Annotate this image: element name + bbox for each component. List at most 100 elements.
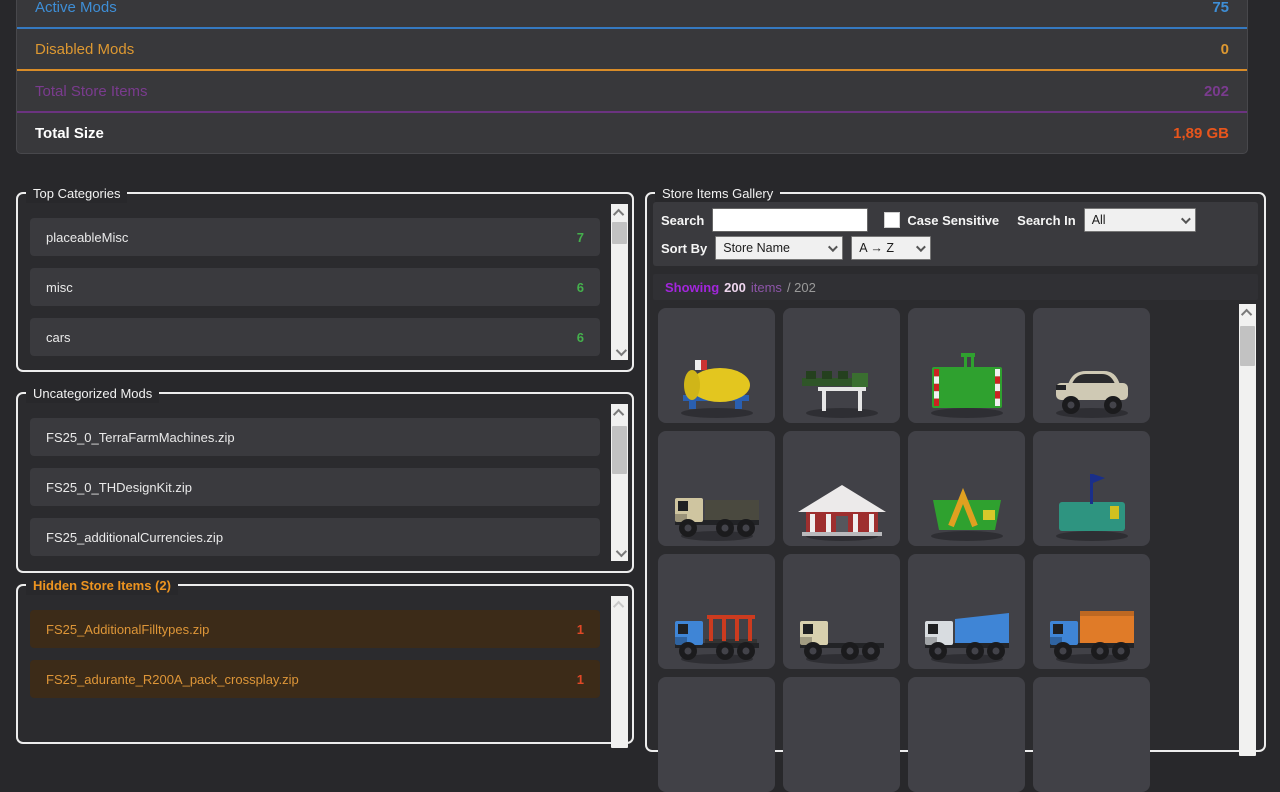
search-input[interactable] bbox=[712, 208, 868, 232]
sort-order-dropdown[interactable]: A → Z bbox=[851, 236, 931, 260]
store-items-gallery-title: Store Items Gallery bbox=[655, 184, 780, 203]
gallery-item-beige-truck[interactable] bbox=[783, 554, 900, 669]
scroll-up-icon[interactable] bbox=[611, 596, 628, 613]
scrollbar-thumb[interactable] bbox=[612, 426, 627, 474]
gallery-item-white-dump-truck[interactable] bbox=[908, 554, 1025, 669]
scrollbar-thumb[interactable] bbox=[1240, 326, 1255, 366]
empty-tile-icon bbox=[790, 702, 894, 790]
top-categories-scrollbar[interactable] bbox=[611, 204, 628, 360]
stat-row[interactable]: Active Mods75 bbox=[17, 0, 1247, 29]
gallery-item-blue-grain-truck[interactable] bbox=[1033, 554, 1150, 669]
list-item-count: 1 bbox=[577, 622, 584, 637]
scrollbar-thumb[interactable] bbox=[612, 222, 627, 244]
stat-row[interactable]: Disabled Mods 0 bbox=[17, 29, 1247, 71]
gallery-item-green-skip[interactable] bbox=[908, 431, 1025, 546]
hidden-store-items-panel: Hidden Store Items (2) FS25_AdditionalFi… bbox=[16, 584, 634, 744]
gallery-item-empty-tile[interactable] bbox=[908, 677, 1025, 792]
case-sensitive-label: Case Sensitive bbox=[907, 213, 999, 228]
hidden-store-items-list: FS25_AdditionalFilltypes.zip 1 FS25_aduran… bbox=[30, 610, 600, 710]
list-item[interactable]: FS25_additionalCurrencies.zip bbox=[30, 518, 600, 556]
top-categories-title: Top Categories bbox=[26, 184, 127, 203]
app-window: { "stats": { "rows": [ {"label": "Active… bbox=[0, 0, 1280, 720]
stat-value: 202 bbox=[1204, 83, 1229, 100]
blue-grain-truck-icon bbox=[1040, 579, 1144, 667]
sort-by-label: Sort By bbox=[661, 241, 707, 256]
stat-row[interactable]: Total Size 1,89 GB bbox=[17, 113, 1247, 153]
scroll-up-icon[interactable] bbox=[611, 404, 628, 421]
list-item-label: FS25_0_THDesignKit.zip bbox=[46, 480, 192, 495]
gallery-toolbar: Search Case Sensitive Search In All Sort… bbox=[653, 202, 1258, 266]
scroll-up-icon[interactable] bbox=[1239, 304, 1256, 321]
gallery-item-military-truck[interactable] bbox=[658, 431, 775, 546]
uncategorized-mods-panel: Uncategorized Mods FS25_0_TerraFarmMachi… bbox=[16, 392, 634, 573]
empty-tile-icon bbox=[915, 702, 1019, 790]
list-item-label: FS25_AdditionalFilltypes.zip bbox=[46, 622, 209, 637]
stat-value: 0 bbox=[1221, 41, 1229, 58]
scroll-up-icon[interactable] bbox=[611, 204, 628, 221]
list-item-label: FS25_additionalCurrencies.zip bbox=[46, 530, 223, 545]
green-skip-icon bbox=[915, 456, 1019, 544]
gallery-item-white-suv[interactable] bbox=[1033, 308, 1150, 423]
list-item-count: 6 bbox=[577, 330, 584, 345]
uncategorized-scrollbar[interactable] bbox=[611, 404, 628, 561]
gallery-item-green-container[interactable] bbox=[908, 308, 1025, 423]
gallery-item-empty-tile[interactable] bbox=[1033, 677, 1150, 792]
search-in-label: Search In bbox=[1017, 213, 1076, 228]
sort-by-dropdown[interactable]: Store Name bbox=[715, 236, 843, 260]
stat-row[interactable]: Total Store Items202 bbox=[17, 71, 1247, 113]
gallery-item-teal-dumpster[interactable] bbox=[1033, 431, 1150, 546]
sort-order-value: A → Z bbox=[859, 241, 894, 255]
list-item[interactable]: FS25_AdditionalFilltypes.zip 1 bbox=[30, 610, 600, 648]
military-truck-icon bbox=[665, 456, 769, 544]
uncategorized-mods-title: Uncategorized Mods bbox=[26, 384, 159, 403]
chevron-down-icon bbox=[916, 242, 926, 252]
stat-label: Active Mods bbox=[35, 0, 117, 16]
showing-items-word: items bbox=[751, 280, 782, 295]
gallery-grid bbox=[658, 308, 1158, 792]
search-in-dropdown[interactable]: All bbox=[1084, 208, 1196, 232]
gallery-item-blue-log-truck[interactable] bbox=[658, 554, 775, 669]
list-item-label: FS25_adurante_R200A_pack_crossplay.zip bbox=[46, 672, 299, 687]
list-item[interactable]: cars 6 bbox=[30, 318, 600, 356]
gallery-item-yellow-sprayer[interactable] bbox=[658, 308, 775, 423]
white-suv-icon bbox=[1040, 333, 1144, 421]
stat-label: Total Size bbox=[35, 125, 104, 142]
list-item[interactable]: placeableMisc7 bbox=[30, 218, 600, 256]
list-item-label: cars bbox=[46, 330, 71, 345]
white-dump-truck-icon bbox=[915, 579, 1019, 667]
search-label: Search bbox=[661, 213, 704, 228]
hidden-store-items-title: Hidden Store Items (2) bbox=[26, 576, 178, 595]
blue-log-truck-icon bbox=[665, 579, 769, 667]
stat-label: Disabled Mods bbox=[35, 41, 134, 58]
chevron-down-icon bbox=[828, 242, 838, 252]
green-cultivator-icon bbox=[790, 333, 894, 421]
list-item[interactable]: FS25_0_THDesignKit.zip bbox=[30, 468, 600, 506]
list-item[interactable]: FS25_0_TerraFarmMachines.zip bbox=[30, 418, 600, 456]
gallery-item-green-cultivator[interactable] bbox=[783, 308, 900, 423]
store-items-gallery-panel: Store Items Gallery Search Case Sensitiv… bbox=[645, 192, 1266, 752]
list-item-count: 7 bbox=[577, 230, 584, 245]
gallery-item-empty-tile[interactable] bbox=[658, 677, 775, 792]
showing-label: Showing bbox=[665, 280, 719, 295]
chevron-down-icon bbox=[1181, 214, 1191, 224]
scroll-down-icon[interactable] bbox=[611, 544, 628, 561]
stats-panel: Active Mods75 Disabled Mods 0 Total Store I… bbox=[16, 0, 1248, 154]
scroll-down-icon[interactable] bbox=[611, 343, 628, 360]
case-sensitive-checkbox[interactable] bbox=[884, 212, 900, 228]
teal-dumpster-icon bbox=[1040, 456, 1144, 544]
gallery-item-empty-tile[interactable] bbox=[783, 677, 900, 792]
sort-by-value: Store Name bbox=[723, 241, 790, 255]
top-categories-list: placeableMisc7 misc6 cars 6 bbox=[30, 218, 600, 368]
list-item-count: 6 bbox=[577, 280, 584, 295]
list-item[interactable]: FS25_adurante_R200A_pack_crossplay.zip1 bbox=[30, 660, 600, 698]
search-in-value: All bbox=[1092, 213, 1106, 227]
top-categories-panel: Top Categories placeableMisc7misc6cars6 bbox=[16, 192, 634, 372]
list-item[interactable]: misc6 bbox=[30, 268, 600, 306]
farm-building-icon bbox=[790, 456, 894, 544]
gallery-scrollbar[interactable] bbox=[1239, 304, 1256, 756]
stat-value: 1,89 GB bbox=[1173, 125, 1229, 142]
showing-count: 200 bbox=[724, 280, 746, 295]
gallery-item-farm-building[interactable] bbox=[783, 431, 900, 546]
beige-truck-icon bbox=[790, 579, 894, 667]
hidden-items-scrollbar[interactable] bbox=[611, 596, 628, 748]
